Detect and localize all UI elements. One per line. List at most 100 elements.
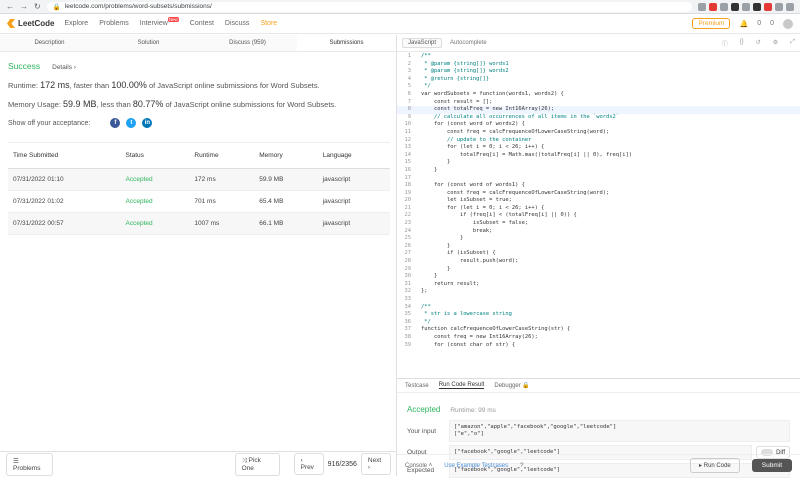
tab-run-result[interactable]: Run Code Result	[438, 382, 485, 389]
browser-toolbar: ← → ↻ 🔒 leetcode.com/problems/word-subse…	[0, 0, 800, 14]
code-line[interactable]: 6 var wordSubsets = function(words1, word…	[397, 91, 800, 99]
cell-status[interactable]: Accepted	[120, 190, 190, 213]
reset-icon[interactable]: ↺	[756, 39, 761, 48]
bell-icon[interactable]: 🔔	[739, 20, 748, 28]
logo[interactable]: LeetCode	[7, 19, 54, 28]
next-button[interactable]: Next ›	[360, 453, 391, 475]
code-line[interactable]: 39 for (const char of str) {	[397, 342, 800, 350]
fullscreen-icon[interactable]: ⤢	[790, 39, 795, 48]
tab-submissions[interactable]: Submissions	[297, 35, 396, 51]
problems-button[interactable]: ☰ Problems	[6, 452, 53, 476]
autocomplete-toggle[interactable]: Autocomplete	[450, 40, 487, 46]
linkedin-icon[interactable]: in	[142, 118, 153, 128]
nav-explore[interactable]: Explore	[64, 20, 88, 27]
tab-debugger[interactable]: Debugger 🔒	[494, 382, 530, 389]
code-line[interactable]: 32};	[397, 288, 800, 296]
code-line[interactable]: 24 break;	[397, 228, 800, 236]
code-line[interactable]: 20 let isSubset = true;	[397, 197, 800, 205]
code-line[interactable]: 10 for (const word of words2) {	[397, 121, 800, 129]
tab-discuss[interactable]: Discuss (959)	[198, 35, 297, 51]
extension-icon[interactable]	[742, 2, 750, 11]
code-line[interactable]: 18 for (const word of words1) {	[397, 182, 800, 190]
code-line[interactable]: 17	[397, 175, 800, 183]
nav-interview[interactable]: InterviewNew	[139, 17, 179, 27]
code-line[interactable]: 16 }	[397, 167, 800, 175]
tab-solution[interactable]: Solution	[99, 35, 198, 51]
code-line[interactable]: 31 return result;	[397, 281, 800, 289]
extension-icon[interactable]	[753, 2, 761, 11]
code-line[interactable]: 8 const totalFreq = new Int16Array(26);	[397, 106, 800, 114]
cell-status[interactable]: Accepted	[120, 168, 190, 191]
code-line[interactable]: 27 if (isSubset) {	[397, 250, 800, 258]
forward-icon[interactable]: →	[20, 2, 28, 11]
code-line[interactable]: 13 for (let i = 0; i < 26; i++) {	[397, 144, 800, 152]
code-line[interactable]: 12 // update to the container	[397, 137, 800, 145]
code-line[interactable]: 33	[397, 296, 800, 304]
code-line[interactable]: 22 if (freq[i] < (totalFreq[i] || 0)) {	[397, 212, 800, 220]
braces-icon[interactable]: {}	[740, 39, 744, 48]
table-row[interactable]: 07/31/2022 00:57 Accepted 1007 ms 66.1 M…	[8, 212, 390, 235]
code-line[interactable]: 25 }	[397, 235, 800, 243]
extension-icon[interactable]	[786, 2, 794, 11]
code-line[interactable]: 14 totalFreq[i] = Math.max((totalFreq[i]…	[397, 152, 800, 160]
tab-description[interactable]: Description	[0, 35, 99, 51]
run-code-button[interactable]: ▸ Run Code	[690, 458, 740, 473]
extension-icon[interactable]	[709, 2, 717, 11]
nav-store[interactable]: Store	[260, 20, 277, 27]
nav-discuss[interactable]: Discuss	[225, 20, 250, 27]
avatar[interactable]	[783, 18, 793, 29]
table-row[interactable]: 07/31/2022 01:10 Accepted 172 ms 59.9 MB…	[8, 168, 390, 191]
code-line[interactable]: 38 const freq = new Int16Array(26);	[397, 334, 800, 342]
prev-button[interactable]: ‹ Prev	[293, 453, 324, 475]
code-line[interactable]: 19 const freq = calcFrequenceOfLowerCase…	[397, 190, 800, 198]
nav-problems[interactable]: Problems	[99, 20, 129, 27]
info-icon[interactable]: ⓘ	[722, 39, 728, 48]
submissions-table: Time Submitted Status Runtime Memory Lan…	[8, 142, 390, 235]
cell-status[interactable]: Accepted	[120, 212, 190, 235]
code-line[interactable]: 5 */	[397, 83, 800, 91]
nav-contest[interactable]: Contest	[190, 20, 214, 27]
settings-icon[interactable]: ⚙	[773, 39, 778, 48]
extension-icon[interactable]	[720, 2, 728, 11]
language-select[interactable]: JavaScript	[402, 38, 443, 48]
code-line[interactable]: 3 * @param {string[]} words2	[397, 68, 800, 76]
twitter-icon[interactable]: t	[126, 118, 137, 128]
code-line[interactable]: 1 /**	[397, 53, 800, 61]
code-line[interactable]: 15 }	[397, 159, 800, 167]
code-line[interactable]: 2 * @param {string[]} words1	[397, 61, 800, 69]
example-testcases-link[interactable]: Use Example Testcases	[444, 463, 508, 469]
code-line[interactable]: 34 /**	[397, 304, 800, 312]
code-line[interactable]: 21 for (let i = 0; i < 26; i++) {	[397, 205, 800, 213]
premium-button[interactable]: Premium	[692, 18, 731, 29]
extension-icon[interactable]	[775, 2, 783, 11]
code-line[interactable]: 7 const result = [];	[397, 99, 800, 107]
facebook-icon[interactable]: f	[110, 118, 121, 128]
code-line[interactable]: 11 const freq = calcFrequenceOfLowerCase…	[397, 129, 800, 137]
console-button[interactable]: Console ˄	[405, 463, 432, 469]
code-line[interactable]: 9 // calculate all occurrences of all it…	[397, 114, 800, 122]
code-line[interactable]: 35 * str is a lowercase string	[397, 311, 800, 319]
tab-testcase[interactable]: Testcase	[405, 383, 429, 389]
details-link[interactable]: Details ›	[52, 64, 76, 71]
reload-icon[interactable]: ↻	[34, 2, 41, 11]
code-line[interactable]: 30 }	[397, 273, 800, 281]
code-line[interactable]: 28 result.push(word);	[397, 258, 800, 266]
extension-icon[interactable]	[764, 2, 772, 11]
code-line[interactable]: 26 }	[397, 243, 800, 251]
address-bar[interactable]: 🔒 leetcode.com/problems/word-subsets/sub…	[46, 1, 692, 12]
code-line[interactable]: 4 * @return {string[]}	[397, 76, 800, 84]
code-line[interactable]: 37 function calcFrequenceOfLowerCaseStrin…	[397, 326, 800, 334]
pick-one-button[interactable]: ⤨ Pick One	[234, 452, 280, 476]
nav-interview-label: Interview	[139, 20, 168, 27]
extension-icon[interactable]	[731, 2, 739, 11]
table-row[interactable]: 07/31/2022 01:02 Accepted 701 ms 65.4 MB…	[8, 190, 390, 213]
code-editor[interactable]: 1/** 2 * @param {string[]} words1 3 * @par…	[397, 53, 800, 378]
back-icon[interactable]: ←	[6, 2, 14, 11]
code-line[interactable]: 23 isSubset = false;	[397, 220, 800, 228]
memory-tail: of JavaScript online submissions for Wor…	[165, 100, 337, 109]
submit-button[interactable]: Submit	[751, 459, 792, 472]
extension-icon[interactable]	[698, 2, 706, 11]
code-line[interactable]: 29 }	[397, 266, 800, 274]
help-icon[interactable]: ?	[520, 463, 523, 469]
code-line[interactable]: 36 */	[397, 319, 800, 327]
